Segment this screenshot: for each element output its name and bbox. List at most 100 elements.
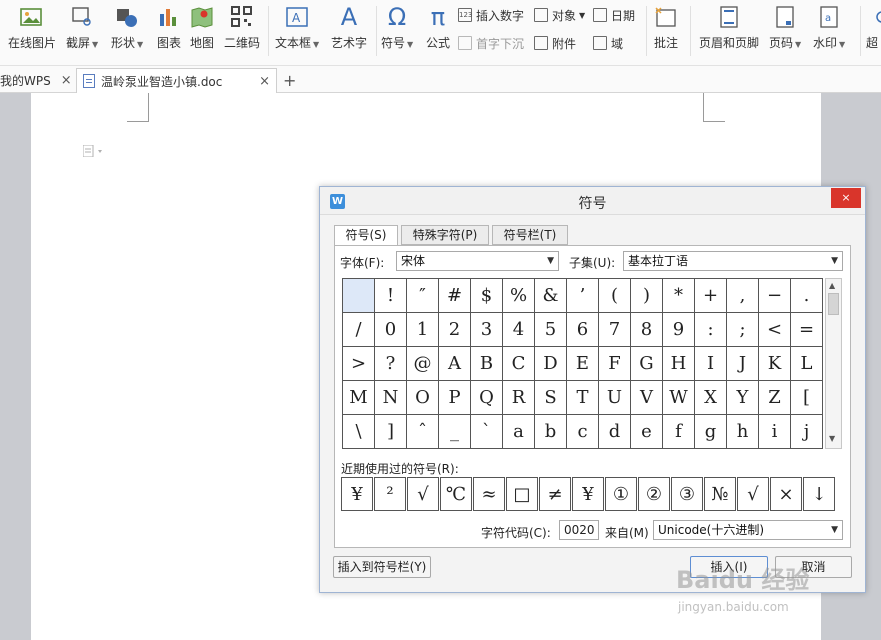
attachment-button[interactable]: 附件 xyxy=(534,34,576,52)
symbol-cell[interactable]: < xyxy=(759,313,791,347)
recent-symbol-cell[interactable]: ≠ xyxy=(539,477,571,511)
symbol-cell[interactable]: W xyxy=(663,381,695,415)
insert-to-bar-button[interactable]: 插入到符号栏(Y) xyxy=(333,556,431,578)
symbol-cell[interactable]: : xyxy=(695,313,727,347)
symbol-cell[interactable]: A xyxy=(439,347,471,381)
symbol-cell[interactable] xyxy=(343,279,375,313)
symbol-cell[interactable]: # xyxy=(439,279,471,313)
symbol-cell[interactable]: * xyxy=(663,279,695,313)
symbol-cell[interactable]: M xyxy=(343,381,375,415)
symbol-cell[interactable]: − xyxy=(759,279,791,313)
symbol-cell[interactable]: i xyxy=(759,415,791,449)
symbol-cell[interactable]: [ xyxy=(791,381,823,415)
symbol-cell[interactable]: ] xyxy=(375,415,407,449)
symbol-cell[interactable]: T xyxy=(567,381,599,415)
symbol-cell[interactable]: c xyxy=(567,415,599,449)
tab-symbol-bar[interactable]: 符号栏(T) xyxy=(492,225,568,245)
symbol-cell[interactable]: ˆ xyxy=(407,415,439,449)
symbol-cell[interactable]: 2 xyxy=(439,313,471,347)
date-button[interactable]: 日期 xyxy=(593,6,635,24)
recent-symbol-cell[interactable]: ③ xyxy=(671,477,703,511)
symbol-cell[interactable]: 9 xyxy=(663,313,695,347)
recent-symbol-cell[interactable]: √ xyxy=(407,477,439,511)
symbol-cell[interactable]: H xyxy=(663,347,695,381)
symbol-cell[interactable]: R xyxy=(503,381,535,415)
symbol-cell[interactable]: g xyxy=(695,415,727,449)
symbol-cell[interactable]: F xyxy=(599,347,631,381)
scroll-up-icon[interactable]: ▲ xyxy=(829,281,835,290)
symbol-cell[interactable]: V xyxy=(631,381,663,415)
online-image-button[interactable]: 在线图片 xyxy=(8,4,56,60)
symbol-cell[interactable]: Q xyxy=(471,381,503,415)
symbol-cell[interactable]: 0 xyxy=(375,313,407,347)
symbol-cell[interactable]: ’ xyxy=(567,279,599,313)
recent-symbol-cell[interactable]: □ xyxy=(506,477,538,511)
shapes-button[interactable]: 形状 ▼ xyxy=(111,4,143,60)
symbol-cell[interactable]: S xyxy=(535,381,567,415)
recent-symbol-cell[interactable]: ≈ xyxy=(473,477,505,511)
scroll-thumb[interactable] xyxy=(828,293,839,315)
encoding-select[interactable]: Unicode(十六进制) ▼ xyxy=(653,520,843,540)
field-button[interactable]: 域 xyxy=(593,34,623,52)
font-select[interactable]: 宋体 ▼ xyxy=(396,251,559,271)
new-tab-button[interactable]: + xyxy=(283,68,299,93)
symbol-cell[interactable]: ( xyxy=(599,279,631,313)
symbol-cell[interactable]: K xyxy=(759,347,791,381)
recent-symbol-cell[interactable]: ① xyxy=(605,477,637,511)
symbol-cell[interactable]: 6 xyxy=(567,313,599,347)
tab-document[interactable]: 温岭泵业智造小镇.doc × xyxy=(76,68,277,93)
symbol-cell[interactable]: C xyxy=(503,347,535,381)
recent-symbol-cell[interactable]: № xyxy=(704,477,736,511)
symbol-cell[interactable]: 7 xyxy=(599,313,631,347)
symbol-cell[interactable]: \ xyxy=(343,415,375,449)
symbol-cell[interactable]: ` xyxy=(471,415,503,449)
dialog-title-bar[interactable]: W 符号 × xyxy=(320,187,865,215)
recent-symbol-cell[interactable]: ② xyxy=(638,477,670,511)
drop-cap-button[interactable]: 首字下沉 xyxy=(458,34,524,52)
recent-symbol-cell[interactable]: ² xyxy=(374,477,406,511)
symbol-cell[interactable]: J xyxy=(727,347,759,381)
symbol-scrollbar[interactable]: ▲ ▼ xyxy=(825,278,842,449)
symbol-cell[interactable]: / xyxy=(343,313,375,347)
recent-symbol-cell[interactable]: × xyxy=(770,477,802,511)
symbol-cell[interactable]: = xyxy=(791,313,823,347)
symbol-cell[interactable]: E xyxy=(567,347,599,381)
symbol-button[interactable]: Ω 符号 ▼ xyxy=(381,3,413,60)
chart-button[interactable]: 图表 xyxy=(156,4,182,60)
symbol-cell[interactable]: O xyxy=(407,381,439,415)
symbol-cell[interactable]: Y xyxy=(727,381,759,415)
formula-button[interactable]: π 公式 xyxy=(425,3,451,60)
symbol-cell[interactable]: h xyxy=(727,415,759,449)
symbol-cell[interactable]: _ xyxy=(439,415,471,449)
char-code-input[interactable]: 0020 xyxy=(559,520,599,540)
symbol-cell[interactable]: ″ xyxy=(407,279,439,313)
symbol-cell[interactable]: ? xyxy=(375,347,407,381)
wordart-button[interactable]: A 艺术字 xyxy=(331,3,367,60)
symbol-cell[interactable]: Z xyxy=(759,381,791,415)
symbol-cell[interactable]: D xyxy=(535,347,567,381)
scroll-down-icon[interactable]: ▼ xyxy=(829,434,835,443)
symbol-cell[interactable]: j xyxy=(791,415,823,449)
watermark-button[interactable]: a 水印 ▼ xyxy=(813,4,845,60)
map-button[interactable]: 地图 xyxy=(189,4,215,60)
symbol-cell[interactable]: e xyxy=(631,415,663,449)
textbox-button[interactable]: A 文本框 ▼ xyxy=(275,4,319,60)
recent-symbol-cell[interactable]: √ xyxy=(737,477,769,511)
symbol-cell[interactable]: f xyxy=(663,415,695,449)
tab-symbol[interactable]: 符号(S) xyxy=(334,225,398,246)
subset-select[interactable]: 基本拉丁语 ▼ xyxy=(623,251,843,271)
close-icon[interactable]: × xyxy=(831,188,861,208)
symbol-cell[interactable]: , xyxy=(727,279,759,313)
object-button[interactable]: 对象 ▼ xyxy=(534,6,585,24)
symbol-cell[interactable]: 1 xyxy=(407,313,439,347)
recent-symbol-cell[interactable]: ¥ xyxy=(341,477,373,511)
symbol-cell[interactable]: ; xyxy=(727,313,759,347)
symbol-cell[interactable]: + xyxy=(695,279,727,313)
symbol-cell[interactable]: X xyxy=(695,381,727,415)
symbol-cell[interactable]: @ xyxy=(407,347,439,381)
header-footer-button[interactable]: 页眉和页脚 xyxy=(699,4,759,60)
symbol-cell[interactable]: N xyxy=(375,381,407,415)
comment-button[interactable]: 批注 xyxy=(653,4,679,60)
symbol-cell[interactable]: P xyxy=(439,381,471,415)
symbol-cell[interactable]: . xyxy=(791,279,823,313)
